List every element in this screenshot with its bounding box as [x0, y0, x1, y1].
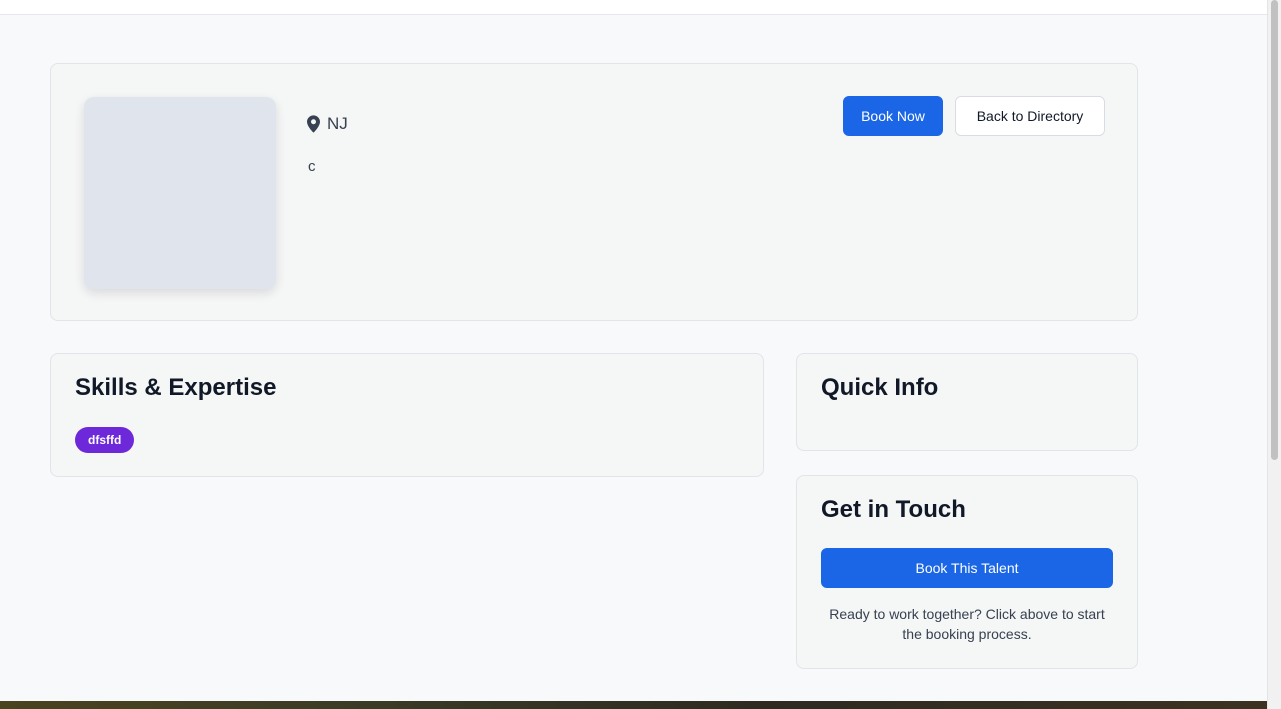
quick-info-title: Quick Info	[821, 374, 939, 401]
skills-card: Skills & Expertise dfsffd	[50, 353, 764, 477]
profile-bio: c	[308, 158, 316, 175]
skill-tag: dfsffd	[75, 427, 135, 453]
scrollbar[interactable]	[1267, 0, 1281, 709]
profile-card: NJ c Book Now Back to Directory	[50, 63, 1138, 321]
quick-info-card: Quick Info	[796, 353, 1138, 451]
skills-title: Skills & Expertise	[75, 374, 277, 401]
location-text: NJ	[327, 114, 348, 133]
location: NJ	[307, 114, 348, 134]
top-nav-bar	[0, 0, 1268, 15]
book-this-talent-button[interactable]: Book This Talent	[821, 548, 1113, 588]
get-in-touch-title: Get in Touch	[821, 496, 966, 523]
footer-strip	[0, 701, 1268, 709]
get-in-touch-note: Ready to work together? Click above to s…	[829, 606, 1105, 642]
profile-photo	[84, 97, 276, 289]
back-to-directory-button[interactable]: Back to Directory	[955, 96, 1105, 136]
scrollbar-thumb[interactable]	[1271, 0, 1278, 460]
get-in-touch-card: Get in Touch Book This Talent Ready to w…	[796, 475, 1138, 669]
book-now-button[interactable]: Book Now	[843, 96, 943, 136]
map-pin-icon	[307, 115, 320, 133]
